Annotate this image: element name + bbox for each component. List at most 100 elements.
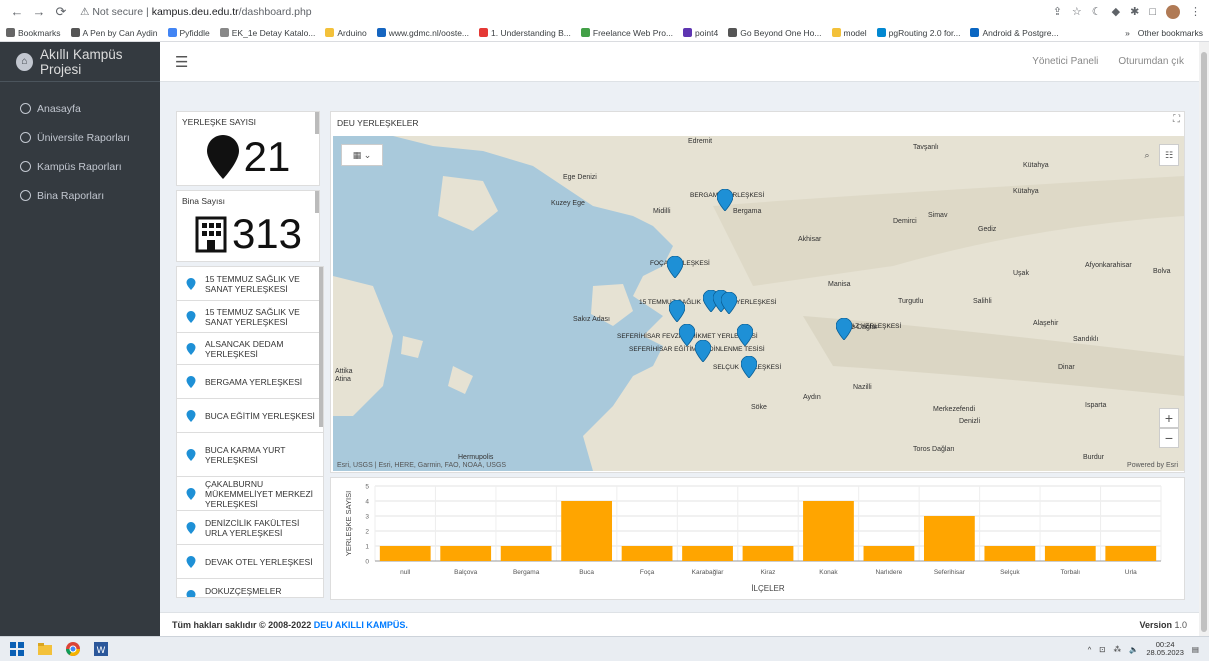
map-pin-marker[interactable]	[721, 292, 737, 314]
list-scrollbar[interactable]	[319, 267, 323, 427]
bar[interactable]	[863, 546, 915, 561]
clock[interactable]: 00:24 28.05.2023	[1146, 640, 1184, 658]
profile-avatar[interactable]	[1166, 4, 1180, 19]
sidebar-item-bina-raporlari[interactable]: Bina Raporları	[0, 181, 160, 210]
map-pin-marker[interactable]	[836, 318, 852, 340]
bar[interactable]	[379, 546, 431, 561]
bookmark-item[interactable]: EK_1e Detay Katalo...	[219, 28, 315, 38]
campus-list-item[interactable]: BUCA EĞİTİM YERLEŞKESİ	[177, 399, 323, 433]
map-list-icon[interactable]: ☷	[1159, 144, 1179, 166]
campus-list-item[interactable]: BERGAMA YERLEŞKESİ	[177, 365, 323, 399]
reload-icon[interactable]: ⟳	[52, 4, 70, 20]
file-explorer-icon[interactable]	[38, 642, 52, 656]
address-bar-row: ← → ⟳ ⚠ Not secure | kampus.deu.edu.tr/d…	[0, 0, 1209, 23]
map-pin-icon	[186, 310, 196, 323]
map-pin-marker[interactable]	[679, 324, 695, 346]
campus-list-item[interactable]: 15 TEMMUZ SAĞLIK VE SANAT YERLEŞKESİ	[177, 267, 323, 301]
admin-panel-link[interactable]: Yönetici Paneli	[1032, 56, 1098, 67]
bookmarks-overflow[interactable]: » Other bookmarks	[1125, 28, 1203, 38]
campus-list-item[interactable]: DENİZCİLİK FAKÜLTESİ URLA YERLEŞKESİ	[177, 511, 323, 545]
share-icon[interactable]: ⇪	[1053, 5, 1062, 18]
map-pin-marker[interactable]	[669, 300, 685, 322]
bookmark-item[interactable]: A Pen by Can Aydin	[70, 28, 158, 38]
campus-list-item[interactable]: ÇAKALBURNU MÜKEMMELİYET MERKEZİ YERLEŞKE…	[177, 477, 323, 511]
campus-map[interactable]: ▦ ⌄ ⌕ ☷ + − Esri, USGS | Esri, HERE, Gar…	[333, 136, 1184, 471]
bar[interactable]	[803, 501, 854, 561]
map-place-label: Kütahya	[1013, 188, 1039, 195]
windows-start-icon[interactable]	[10, 642, 24, 656]
bar[interactable]	[1105, 546, 1157, 561]
address-bar[interactable]: ⚠ Not secure | kampus.deu.edu.tr/dashboa…	[80, 6, 312, 18]
wifi-icon[interactable]: ⁂	[1114, 645, 1122, 654]
map-powered-by[interactable]: Powered by Esri	[1127, 462, 1178, 469]
sidebar-item-kampus-raporlari[interactable]: Kampüs Raporları	[0, 152, 160, 181]
zoom-out-button[interactable]: −	[1159, 428, 1179, 448]
map-place-label: Demirci	[893, 218, 917, 225]
sidebar-item-anasayfa[interactable]: Anasayfa	[0, 94, 160, 123]
bookmark-item[interactable]: Arduino	[325, 28, 367, 38]
logout-link[interactable]: Oturumdan çık	[1118, 56, 1184, 67]
scrollbar-thumb[interactable]	[1201, 52, 1207, 632]
bar[interactable]	[1044, 546, 1096, 561]
page-scrollbar[interactable]	[1199, 42, 1209, 636]
bookmark-item[interactable]: 1. Understanding B...	[479, 28, 571, 38]
hamburger-menu-icon[interactable]: ☰	[175, 53, 188, 71]
map-pin-marker[interactable]	[717, 189, 733, 211]
moon-icon[interactable]: ☾	[1092, 5, 1102, 18]
bar[interactable]	[561, 501, 613, 561]
bookmark-icon	[580, 28, 590, 37]
bookmark-item[interactable]: Pyfiddle	[167, 28, 210, 38]
top-navbar: ☰ Yönetici Paneli Oturumdan çık	[160, 42, 1199, 82]
back-icon[interactable]: ←	[8, 4, 26, 19]
campus-list-item[interactable]: DOKUZÇEŞMELER YERLEŞKESİ	[177, 579, 323, 597]
brand-link[interactable]: ⌂ Akıllı Kampüs Projesi	[0, 42, 160, 82]
sidepanel-icon[interactable]: □	[1149, 6, 1156, 18]
basemap-toggle-button[interactable]: ▦ ⌄	[341, 144, 383, 166]
fullscreen-icon[interactable]: ⛶	[1173, 114, 1180, 125]
bookmark-item[interactable]: model	[831, 28, 867, 38]
tray-arrow-icon[interactable]: ^	[1088, 645, 1092, 654]
bar[interactable]	[742, 546, 794, 561]
forward-icon[interactable]: →	[30, 4, 48, 19]
map-pin-marker[interactable]	[737, 324, 753, 346]
map-pin-marker[interactable]	[695, 340, 711, 362]
campus-list-label: ÇAKALBURNU MÜKEMMELİYET MERKEZİ YERLEŞKE…	[205, 478, 313, 509]
menu-dots-icon[interactable]: ⋮	[1190, 5, 1201, 18]
word-icon[interactable]: W	[94, 642, 108, 656]
bookmark-item[interactable]: Android & Postgre...	[970, 28, 1059, 38]
chevron-more-icon[interactable]: »	[1125, 28, 1130, 38]
card-scrollbar[interactable]	[315, 112, 319, 134]
volume-icon[interactable]: 🔈	[1129, 645, 1138, 654]
other-bookmarks[interactable]: Other bookmarks	[1138, 28, 1203, 38]
campus-list-item[interactable]: 15 TEMMUZ SAĞLIK VE SANAT YERLEŞKESİ	[177, 301, 323, 333]
bookmark-item[interactable]: Freelance Web Pro...	[580, 28, 673, 38]
notification-icon[interactable]: ▤	[1192, 645, 1199, 654]
footer-brand-link[interactable]: DEU AKILLI KAMPÜS.	[314, 620, 408, 630]
map-pin-marker[interactable]	[741, 356, 757, 378]
map-search-icon[interactable]: ⌕	[1137, 144, 1157, 166]
bookmark-item[interactable]: Bookmarks	[6, 28, 61, 38]
bookmark-item[interactable]: point4	[683, 28, 718, 38]
bar[interactable]	[984, 546, 1036, 561]
network-icon[interactable]: ⊡	[1099, 645, 1105, 654]
bar[interactable]	[500, 546, 552, 561]
zoom-in-button[interactable]: +	[1159, 408, 1179, 428]
campus-list-item[interactable]: DEVAK OTEL YERLEŞKESİ	[177, 545, 323, 579]
bookmark-item[interactable]: Go Beyond One Ho...	[728, 28, 822, 38]
bookmark-item[interactable]: pgRouting 2.0 for...	[876, 28, 960, 38]
card-scrollbar[interactable]	[315, 191, 319, 213]
map-pin-marker[interactable]	[667, 256, 683, 278]
clock-date: 28.05.2023	[1146, 648, 1184, 657]
puzzle-icon[interactable]: ✱	[1130, 5, 1139, 18]
star-icon[interactable]: ☆	[1072, 5, 1082, 18]
sidebar-item-universite-raporlari[interactable]: Üniversite Raporları	[0, 123, 160, 152]
bookmark-item[interactable]: www.gdmc.nl/ooste...	[376, 28, 469, 38]
campus-list-item[interactable]: ALSANCAK DEDAM YERLEŞKESİ	[177, 333, 323, 365]
bar[interactable]	[923, 516, 975, 561]
bar[interactable]	[682, 546, 733, 561]
campus-list-item[interactable]: BUCA KARMA YURT YERLEŞKESİ	[177, 433, 323, 477]
extension-icon[interactable]: ◆	[1112, 5, 1120, 18]
chrome-icon[interactable]	[66, 642, 80, 656]
bar[interactable]	[621, 546, 673, 561]
bar[interactable]	[440, 546, 492, 561]
